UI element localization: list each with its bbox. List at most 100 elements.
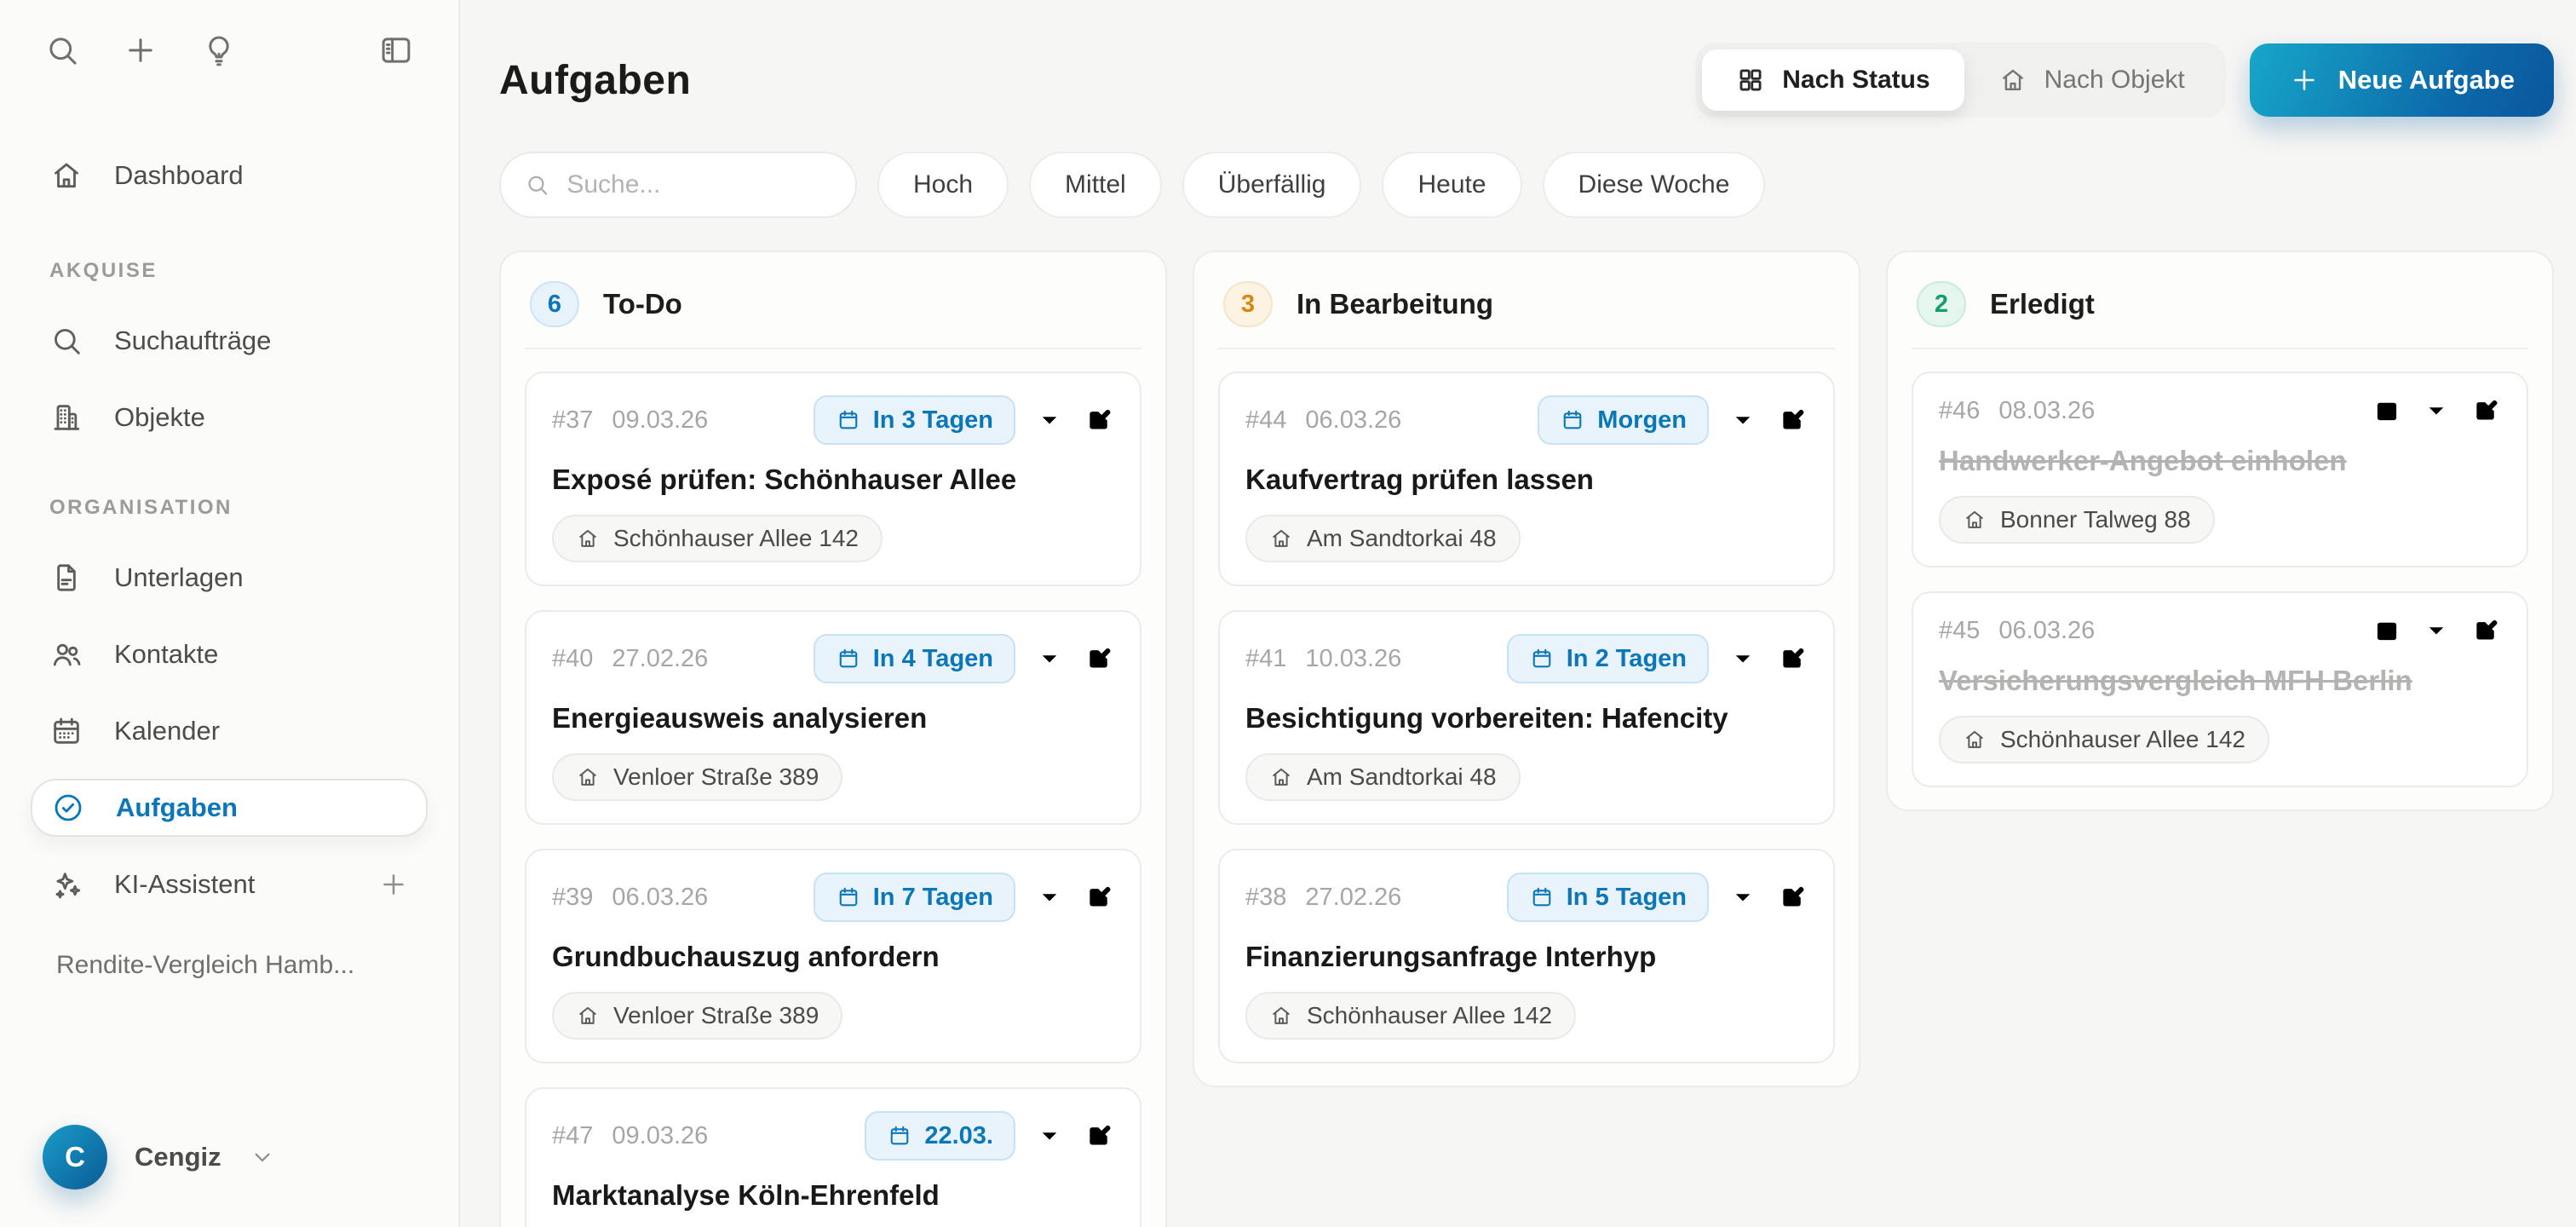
edit-icon[interactable]	[1777, 405, 1808, 435]
edit-icon[interactable]	[1084, 405, 1114, 435]
sidebar-item-label: Dashboard	[114, 160, 244, 191]
object-chip[interactable]: Am Sandtorkai 48	[1245, 515, 1521, 562]
edit-icon[interactable]	[1777, 643, 1808, 674]
task-id: #45	[1939, 617, 1980, 645]
task-card[interactable]: #4027.02.26In 4 TagenEnergieausweis anal…	[525, 610, 1141, 825]
filter-chip-mittel[interactable]: Mittel	[1029, 152, 1162, 218]
due-badge[interactable]: In 3 Tagen	[814, 395, 1015, 445]
task-card[interactable]: #3827.02.26In 5 TagenFinanzierungsanfrag…	[1218, 849, 1835, 1063]
due-badge[interactable]: Morgen	[1538, 395, 1709, 445]
chevron-down-icon[interactable]	[1034, 882, 1065, 913]
task-card[interactable]: #3906.03.26In 7 TagenGrundbuchauszug anf…	[525, 849, 1141, 1063]
main-content: Aufgaben Nach Status Nach Objekt Neue Au…	[460, 0, 2576, 1227]
sidebar-item-label: Kontakte	[114, 639, 218, 670]
calendar-icon	[1529, 646, 1555, 671]
edit-icon[interactable]	[1084, 882, 1114, 913]
due-badge[interactable]: In 2 Tagen	[1507, 634, 1709, 683]
house-icon	[1269, 1004, 1293, 1028]
chevron-down-icon[interactable]	[1034, 643, 1065, 674]
column-divider	[525, 348, 1141, 349]
due-badge[interactable]: In 4 Tagen	[814, 634, 1015, 683]
edit-icon[interactable]	[1084, 643, 1114, 674]
sidebar-item-aufgaben[interactable]: Aufgaben	[31, 779, 428, 837]
sidebar-item-label: Kalender	[114, 716, 220, 746]
user-menu[interactable]: C Cengiz	[0, 1125, 458, 1190]
due-badge[interactable]: In 5 Tagen	[1507, 873, 1709, 922]
new-task-label: Neue Aufgabe	[2338, 65, 2515, 95]
filter-chip-hoch[interactable]: Hoch	[877, 152, 1009, 218]
due-badge[interactable]: In 7 Tagen	[814, 873, 1015, 922]
sidebar-item-kontakte[interactable]: Kontakte	[31, 625, 428, 683]
task-card[interactable]: #4110.03.26In 2 TagenBesichtigung vorber…	[1218, 610, 1835, 825]
chevron-down-icon[interactable]	[1034, 1120, 1065, 1151]
calendar-icon[interactable]	[2372, 615, 2402, 646]
task-card[interactable]: #4608.03.26Handwerker-Angebot einholenBo…	[1912, 372, 2528, 567]
plus-icon[interactable]	[378, 869, 409, 900]
column-count-badge: 2	[1917, 281, 1966, 327]
new-task-button[interactable]: Neue Aufgabe	[2250, 43, 2554, 117]
task-card[interactable]: #3709.03.26In 3 TagenExposé prüfen: Schö…	[525, 372, 1141, 586]
due-label: In 3 Tagen	[873, 406, 993, 435]
task-card-meta: #4709.03.2622.03.	[552, 1111, 1114, 1161]
page-title: Aufgaben	[499, 57, 691, 104]
object-chip[interactable]: Venloer Straße 389	[552, 992, 842, 1040]
calendar-icon	[836, 884, 861, 910]
chevron-down-icon[interactable]	[1728, 405, 1758, 435]
task-card[interactable]: #4506.03.26Versicherungsvergleich MFH Be…	[1912, 591, 2528, 787]
task-date: 06.03.26	[612, 884, 708, 912]
plus-icon[interactable]	[123, 32, 158, 68]
edit-icon[interactable]	[2470, 615, 2501, 646]
filter-chip-ueberfaellig[interactable]: Überfällig	[1182, 152, 1362, 218]
task-title: Besichtigung vorbereiten: Hafencity	[1245, 702, 1808, 734]
edit-icon[interactable]	[2470, 395, 2501, 426]
object-chip[interactable]: Venloer Straße 389	[552, 753, 842, 801]
object-label: Venloer Straße 389	[613, 1002, 819, 1029]
filter-chip-heute[interactable]: Heute	[1382, 152, 1521, 218]
task-id: #41	[1245, 645, 1286, 673]
filter-chip-diese-woche[interactable]: Diese Woche	[1543, 152, 1766, 218]
search-input[interactable]	[566, 170, 831, 199]
sidebar-item-dashboard[interactable]: Dashboard	[31, 147, 428, 204]
sidebar-panel-icon[interactable]	[378, 32, 414, 68]
due-badge[interactable]: 22.03.	[865, 1111, 1015, 1161]
chevron-down-icon	[249, 1143, 276, 1171]
task-card[interactable]: #4709.03.2622.03.Marktanalyse Köln-Ehren…	[525, 1087, 1141, 1227]
object-chip[interactable]: Schönhauser Allee 142	[552, 515, 883, 562]
task-date: 27.02.26	[612, 645, 708, 673]
house-icon	[1963, 508, 1987, 532]
sidebar-item-unterlagen[interactable]: Unterlagen	[31, 549, 428, 607]
calendar-icon[interactable]	[2372, 395, 2402, 426]
edit-icon[interactable]	[1777, 882, 1808, 913]
house-icon	[576, 527, 600, 550]
sidebar-item-objekte[interactable]: Objekte	[31, 389, 428, 446]
sidebar-item-kalender[interactable]: Kalender	[31, 702, 428, 760]
chevron-down-icon[interactable]	[1728, 882, 1758, 913]
sidebar-item-suchauftraege[interactable]: Suchaufträge	[31, 312, 428, 370]
chevron-down-icon[interactable]	[2421, 615, 2452, 646]
edit-icon[interactable]	[1084, 1120, 1114, 1151]
task-card[interactable]: #4406.03.26MorgenKaufvertrag prüfen lass…	[1218, 372, 1835, 586]
task-card-meta: #3709.03.26In 3 Tagen	[552, 395, 1114, 445]
chevron-down-icon[interactable]	[1034, 405, 1065, 435]
search-icon[interactable]	[44, 32, 80, 68]
sidebar-item-ki-assistent[interactable]: KI-Assistent	[31, 855, 428, 913]
task-id: #44	[1245, 406, 1286, 435]
chevron-down-icon[interactable]	[2421, 395, 2452, 426]
object-chip[interactable]: Am Sandtorkai 48	[1245, 753, 1521, 801]
task-title: Grundbuchauszug anfordern	[552, 941, 1114, 973]
recent-chat-item[interactable]: Rendite-Vergleich Hamb...	[56, 951, 428, 980]
lightbulb-icon[interactable]	[201, 32, 237, 68]
calendar-icon	[1529, 884, 1555, 910]
sidebar-item-label: Objekte	[114, 402, 205, 433]
object-chip[interactable]: Bonner Talweg 88	[1939, 496, 2215, 544]
object-chip[interactable]: Schönhauser Allee 142	[1939, 716, 2269, 763]
calendar-icon	[887, 1123, 912, 1149]
tab-nach-status[interactable]: Nach Status	[1702, 49, 1964, 111]
task-id: #40	[552, 645, 593, 673]
header-controls: Nach Status Nach Objekt Neue Aufgabe	[1695, 43, 2554, 118]
column-title: To-Do	[603, 288, 682, 320]
object-chip[interactable]: Schönhauser Allee 142	[1245, 992, 1576, 1040]
tab-nach-objekt[interactable]: Nach Objekt	[1964, 49, 2219, 111]
calendar-icon	[49, 714, 83, 748]
chevron-down-icon[interactable]	[1728, 643, 1758, 674]
